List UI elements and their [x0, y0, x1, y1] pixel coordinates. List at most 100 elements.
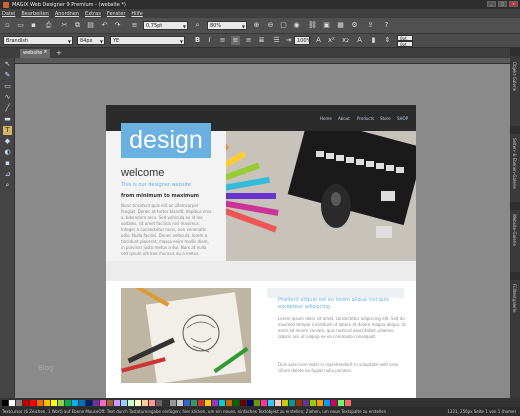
text-color-icon[interactable]: A — [355, 36, 364, 45]
minimize-button[interactable]: _ — [487, 1, 496, 7]
font-select[interactable]: Brandish ▼ — [3, 36, 73, 45]
zoom-icon[interactable]: ⌕ — [193, 21, 202, 30]
site-nav-products[interactable]: Products — [357, 116, 374, 121]
panel-tab-handle[interactable] — [510, 202, 520, 210]
bullet-list-icon[interactable]: ☰ — [272, 36, 281, 45]
font-size-select[interactable]: 84px ▼ — [77, 36, 105, 45]
hero-image[interactable] — [226, 131, 416, 261]
site-nav-shop[interactable]: SHOP — [397, 116, 408, 121]
color-swatch[interactable] — [170, 399, 176, 406]
fill-tool-icon[interactable]: ◆ — [3, 137, 12, 146]
gallery-tab-website[interactable]: Website-Galerie — [512, 214, 517, 246]
indent-right-field[interactable]: 0pt — [397, 41, 413, 47]
text-tool-icon[interactable]: T — [3, 126, 12, 135]
panel-tab-handle[interactable] — [510, 48, 520, 56]
site-nav-home[interactable]: Home — [320, 116, 332, 121]
color-swatch[interactable] — [100, 399, 106, 406]
color-swatch[interactable] — [317, 399, 323, 406]
contour-tool-icon[interactable]: ▭ — [3, 82, 12, 91]
menu-fenster[interactable]: Fenster — [107, 11, 126, 17]
panel-tab-handle[interactable] — [510, 272, 520, 280]
color-swatch[interactable] — [275, 399, 281, 406]
cut-icon[interactable]: ✂ — [60, 21, 69, 30]
article-heading[interactable]: Proident aliquip est eu lorem aliqua nis… — [278, 297, 406, 311]
color-swatch[interactable] — [51, 399, 57, 406]
color-swatch[interactable] — [324, 399, 330, 406]
transparency-tool-icon[interactable]: ◐ — [3, 148, 12, 157]
welcome-subtitle[interactable]: This is our designer website — [121, 182, 191, 188]
align-center-icon[interactable]: ≡ — [231, 36, 240, 45]
superscript-icon[interactable]: x² — [327, 36, 336, 45]
fit-page-icon[interactable]: ▢ — [279, 21, 288, 30]
maximize-button[interactable]: □ — [498, 1, 507, 7]
color-swatch[interactable] — [37, 399, 43, 406]
color-swatch[interactable] — [30, 399, 36, 406]
color-swatch[interactable] — [86, 399, 92, 406]
color-swatch[interactable] — [296, 399, 302, 406]
color-swatch[interactable] — [16, 399, 22, 406]
color-swatch[interactable] — [9, 399, 15, 406]
color-swatch[interactable] — [240, 399, 246, 406]
new-tab-icon[interactable]: + — [56, 49, 62, 57]
color-swatch[interactable] — [289, 399, 295, 406]
zoom-field[interactable]: 80% ▼ — [207, 21, 247, 30]
text-width-icon[interactable]: A — [314, 36, 323, 45]
color-swatch[interactable] — [247, 399, 253, 406]
color-swatch[interactable] — [65, 399, 71, 406]
close-button[interactable]: x — [509, 1, 518, 7]
menu-datei[interactable]: Datei — [2, 11, 15, 17]
paste-icon[interactable]: ▤ — [86, 21, 95, 30]
new-document-icon[interactable]: ▫ — [3, 21, 12, 30]
color-swatch[interactable] — [205, 399, 211, 406]
highlight-icon[interactable]: ▮ — [369, 36, 378, 45]
color-swatch[interactable] — [58, 399, 64, 406]
color-swatch[interactable] — [79, 399, 85, 406]
color-swatch[interactable] — [23, 399, 29, 406]
color-swatch[interactable] — [72, 399, 78, 406]
menu-bearbeiten[interactable]: Bearbeiten — [21, 11, 48, 17]
color-swatch[interactable] — [149, 399, 155, 406]
color-swatch[interactable] — [310, 399, 316, 406]
site-nav-about[interactable]: About — [338, 116, 350, 121]
indent-icon[interactable]: ⇥ — [284, 36, 293, 45]
color-swatch[interactable] — [261, 399, 267, 406]
save-icon[interactable]: ▪ — [29, 21, 38, 30]
freehand-tool-icon[interactable]: ∿ — [3, 93, 12, 102]
redo-icon[interactable]: ↷ — [113, 21, 122, 30]
color-swatch[interactable] — [184, 399, 190, 406]
article-body-text-2[interactable]: Duis aute irure dolor in reprehenderit i… — [278, 362, 406, 374]
color-swatch[interactable] — [191, 399, 197, 406]
preview-icon[interactable]: ◉ — [292, 21, 301, 30]
color-swatch[interactable] — [128, 399, 134, 406]
shadow-tool-icon[interactable]: ▪ — [3, 159, 12, 168]
menu-extras[interactable]: Extras — [85, 11, 101, 17]
welcome-tagline[interactable]: from minimum to maximum — [121, 193, 199, 199]
open-folder-icon[interactable]: ▭ — [16, 21, 25, 30]
scale-field[interactable]: 100% — [294, 36, 311, 45]
panel-tab-handle[interactable] — [510, 126, 520, 134]
color-swatch[interactable] — [254, 399, 260, 406]
welcome-body-text[interactable]: Nunc tincidunt quis elit ac ullamcorper … — [121, 203, 213, 257]
color-swatch[interactable] — [233, 399, 239, 406]
color-swatch[interactable] — [338, 399, 344, 406]
color-swatch[interactable] — [135, 399, 141, 406]
blog-label[interactable]: Blog — [38, 364, 53, 372]
line-width-icon[interactable]: ≡ — [130, 21, 139, 30]
zoom-out-icon[interactable]: ⊖ — [266, 21, 275, 30]
style-select[interactable]: YE ▼ — [110, 36, 185, 45]
color-swatch[interactable] — [163, 399, 169, 406]
line-width-field[interactable]: 0,75pt ▼ — [143, 21, 188, 30]
zoom-in-icon[interactable]: ⊕ — [252, 21, 261, 30]
color-swatch[interactable] — [282, 399, 288, 406]
subscript-icon[interactable]: x₂ — [341, 36, 350, 45]
rectangle-tool-icon[interactable]: ▬ — [3, 115, 12, 124]
sketch-image[interactable] — [121, 288, 251, 383]
menu-hilfe[interactable]: Hilfe — [131, 11, 142, 17]
settings-icon[interactable]: ⚙ — [350, 21, 359, 30]
italic-icon[interactable]: I — [205, 36, 214, 45]
link-icon[interactable]: ⛓ — [308, 21, 317, 30]
eyedropper-tool-icon[interactable]: ⊿ — [3, 170, 12, 179]
gallery-tab-objects[interactable]: Objekt-Galerie — [512, 62, 517, 91]
color-swatch[interactable] — [121, 399, 127, 406]
color-swatch[interactable] — [212, 399, 218, 406]
